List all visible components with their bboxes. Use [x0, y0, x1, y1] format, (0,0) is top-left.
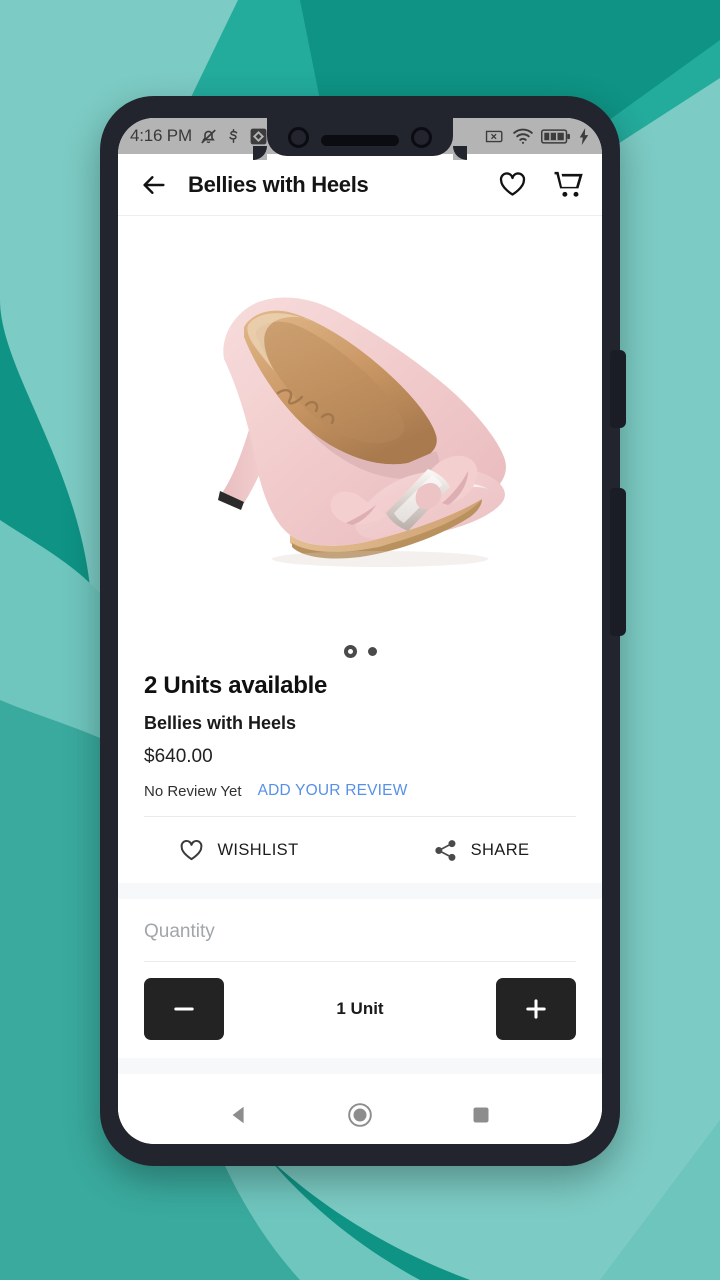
cart-button[interactable]	[552, 169, 584, 201]
quantity-value: 1 Unit	[336, 999, 384, 1018]
nav-home-button[interactable]	[343, 1098, 377, 1132]
shoe-shadow	[272, 551, 488, 567]
section-gap-band	[118, 883, 602, 899]
nav-recents-button[interactable]	[464, 1098, 498, 1132]
scroll-content[interactable]: 2 Units available Bellies with Heels $64…	[118, 216, 602, 1086]
nav-home-circle-icon	[348, 1103, 372, 1127]
phone-screen: 4:16 PM Bellies with Heels 2 Units avail…	[118, 118, 602, 1144]
back-arrow-icon	[143, 175, 165, 194]
volume-button[interactable]	[610, 488, 626, 636]
product-info: 2 Units available Bellies with Heels $64…	[118, 666, 602, 816]
power-button[interactable]	[610, 350, 626, 428]
battery-icon	[541, 128, 570, 144]
notch-ear-left	[253, 146, 267, 160]
heart-outline-icon	[499, 172, 525, 196]
review-status: No Review Yet	[144, 782, 242, 800]
social-actions-row: WISHLIST SHARE	[118, 817, 602, 883]
page-title: Bellies with Heels	[188, 171, 369, 197]
bell-muted-icon	[201, 129, 216, 143]
earpiece-speaker	[321, 134, 399, 146]
status-bar-clock: 4:16 PM	[130, 126, 192, 145]
gallery-page-dots[interactable]	[118, 645, 602, 658]
back-button[interactable]	[136, 167, 172, 203]
phone-frame: 4:16 PM Bellies with Heels 2 Units avail…	[100, 96, 626, 1166]
front-camera-left-icon	[288, 126, 309, 148]
app-diamond-icon	[250, 128, 267, 144]
nav-back-button[interactable]	[222, 1098, 256, 1132]
plus-icon	[526, 999, 546, 1019]
status-bar-left: 4:16 PM	[130, 126, 268, 146]
quantity-controls: 1 Unit	[118, 962, 602, 1058]
heart-outline-icon	[181, 839, 203, 860]
gallery-dot-2[interactable]	[367, 647, 377, 656]
wifi-icon	[513, 128, 533, 144]
product-name: Bellies with Heels	[144, 713, 297, 733]
android-nav-bar	[118, 1086, 602, 1144]
status-bar: 4:16 PM	[118, 118, 602, 160]
charging-bolt-icon	[579, 127, 589, 145]
front-camera-right-icon	[411, 126, 432, 148]
stock-status: 2 Units available	[144, 672, 327, 699]
share-action-button[interactable]: SHARE	[360, 817, 602, 883]
quantity-decrement-button[interactable]	[144, 978, 224, 1040]
no-sim-icon	[485, 130, 503, 142]
product-price: $640.00	[144, 746, 213, 767]
section-gap-band-bottom	[118, 1058, 602, 1074]
nav-recents-square-icon	[473, 1107, 489, 1123]
notch-ear-right	[453, 146, 467, 160]
quantity-section: Quantity 1 Unit	[118, 899, 602, 1058]
wishlist-action-label: WISHLIST	[217, 840, 299, 859]
share-nodes-icon	[434, 839, 456, 861]
wishlist-button[interactable]	[496, 169, 528, 201]
status-bar-right	[485, 127, 590, 145]
nav-back-triangle-icon	[232, 1106, 244, 1124]
share-action-label: SHARE	[470, 840, 530, 859]
quantity-increment-button[interactable]	[495, 978, 576, 1040]
quantity-label: Quantity	[144, 921, 215, 942]
product-gallery[interactable]	[118, 216, 602, 666]
shopping-cart-icon	[554, 171, 583, 197]
app-bar: Bellies with Heels	[118, 154, 602, 216]
skype-s-icon	[229, 129, 238, 143]
wishlist-action-button[interactable]: WISHLIST	[118, 817, 360, 883]
minus-icon	[174, 1007, 194, 1011]
product-image	[160, 241, 560, 641]
app-bar-actions	[496, 169, 584, 201]
phone-notch	[253, 118, 467, 160]
review-row: No Review Yet ADD YOUR REVIEW	[144, 782, 576, 800]
gallery-dot-1[interactable]	[343, 645, 357, 658]
add-review-link[interactable]: ADD YOUR REVIEW	[258, 782, 408, 800]
